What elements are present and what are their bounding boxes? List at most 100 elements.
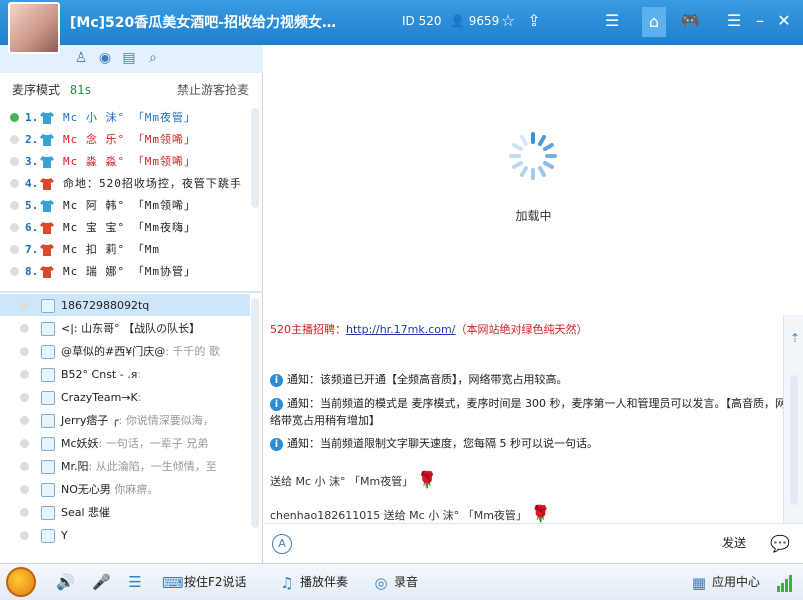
user-signature: : 从此淪陷，一生倾情，至 [88,460,217,473]
emoji-icon[interactable]: 💬 [770,534,794,554]
status-dot-icon [20,485,29,494]
status-dot-icon [20,347,29,356]
user-name: Seal 悲催 [61,506,111,519]
user-signature: 你麻痹。 [110,483,159,496]
notes-icon[interactable]: ☰ [602,11,622,31]
room-avatar[interactable] [8,2,60,54]
status-dot-icon [20,462,29,471]
user-list-item[interactable]: Y [0,524,250,546]
user-name: @草似的#西¥门庆@ [61,345,166,358]
minimize-icon[interactable]: – [750,11,770,31]
video-area: 加载中 [264,45,803,305]
send-button[interactable]: 发送 [720,532,748,554]
favorite-icon[interactable]: ☆ [498,11,518,31]
search-icon[interactable]: ⌕ [144,49,162,67]
mic-queue-num: 1. [25,111,39,124]
user-list-item[interactable]: B52° Cnst - .я: [0,363,250,385]
music-label: 播放伴奏 [300,575,349,589]
share-icon[interactable]: ⇪ [524,11,544,31]
skin-icon[interactable]: ☰ [724,11,744,31]
recruit-message: 520主播招聘：http://hr.17mk.com/（本网站绝对绿色纯天然） [270,321,790,338]
apps-label: 应用中心 [712,575,761,589]
location-icon[interactable]: ◉ [96,49,114,67]
mic-queue-item[interactable]: 2. Mc 念 乐° 「Mm领唏」 [10,128,250,150]
record-icon: ◎ [374,573,388,592]
user-scrollbar[interactable] [251,298,259,528]
mic-queue-num: 5. [25,199,39,212]
f2-talk-button[interactable]: ⌨按住F2说话 [162,573,247,592]
recruit-link[interactable]: http://hr.17mk.com/ [346,323,455,336]
gift-message-1: 送给 Mc 小 沫° 「Mm夜管」 🌹 [270,471,790,490]
notice-icon[interactable]: ▤ [120,49,138,67]
status-dot-icon [20,301,29,310]
mic-scrollbar[interactable] [251,108,259,208]
status-dot-icon [20,416,29,425]
status-dot-icon [20,324,29,333]
record-button[interactable]: ◎ 录音 [372,573,418,592]
user-list-item[interactable]: NO无心男 你麻痹。 [0,478,250,500]
mic-queue-item[interactable]: 6. Mc 宝 宝° 「Mm夜嗨」 [10,216,250,238]
rose-icon: 🌹 [417,470,438,489]
room-id: ID 520 [402,14,442,28]
notice-2-text: 通知：当前频道的模式是 麦序模式，麦序时间是 300 秒，麦序第一人和管理员可以… [270,397,786,427]
close-icon[interactable]: ✕ [774,11,794,31]
mic-queue-num: 4. [25,177,39,190]
user-list-item[interactable]: Seal 悲催 [0,501,250,523]
mic-queue-name: Mc 瑞 娜° 「Mm协管」 [63,265,196,278]
music-button[interactable]: ♫ 播放伴奏 [278,573,348,592]
mixer-button[interactable]: ☰ [126,573,148,591]
notice-2: i 通知：当前频道的模式是 麦序模式，麦序时间是 300 秒，麦序第一人和管理员可… [270,395,790,429]
user-list-item[interactable]: Jerry痞子 ╭: 你说情深要似海， [0,409,250,431]
user-list-item[interactable]: <|: 山东哥° 【战队の队长】 [0,317,250,339]
mic-queue-item[interactable]: 8. Mc 瑞 娜° 「Mm协管」 [10,260,250,282]
chat-scroll-thumb[interactable] [790,375,798,505]
mic-icon: 🎤 [92,573,111,591]
user-signature: : [137,391,142,404]
user-shirt-icon [41,505,55,520]
status-dot-icon [10,135,19,144]
mic-queue-name: Mc 阿 韩° 「Mm领唏」 [63,199,196,212]
game-icon[interactable]: 🎮 [680,11,700,31]
status-dot-icon [20,531,29,540]
user-shirt-icon [41,367,55,382]
home-icon[interactable]: ⌂ [642,7,666,37]
scroll-up-icon[interactable]: ⇡ [786,329,803,347]
speaker-icon: 🔊 [56,573,75,591]
user-list-item[interactable]: @草似的#西¥门庆@: 千千的 歌 [0,340,250,362]
apps-button[interactable]: ▦ 应用中心 [690,573,760,592]
speaker-button[interactable]: 🔊 [56,573,78,591]
user-name: 18672988092tq [61,299,150,312]
user-shirt-icon [41,482,55,497]
font-icon[interactable]: A [272,534,292,554]
user-list-item[interactable]: Mc妖妖: 一句话，一辈子 兄弟 [0,432,250,454]
no-guest-toggle[interactable]: 禁止游客抢麦 [177,81,249,98]
user-list-item[interactable]: CrazyTeam→K: [0,386,250,408]
mic-queue-item[interactable]: 5. Mc 阿 韩° 「Mm领唏」 [10,194,250,216]
app-logo-icon[interactable] [6,567,36,597]
mic-button[interactable]: 🎤 [92,573,114,591]
user-count-value: 9659 [468,14,500,28]
mic-queue-name: Mc 淼 淼° 「Mm领唏」 [63,155,196,168]
gift-1-text: 送给 Mc 小 沫° 「Mm夜管」 [270,475,414,488]
mixer-icon: ☰ [128,573,142,591]
shirt-icon [40,221,54,234]
info-icon: i [270,398,283,411]
mic-queue-num: 8. [25,265,39,278]
user-list-item[interactable]: Mr.阳: 从此淪陷，一生倾情，至 [0,455,250,477]
status-dot-icon [10,179,19,188]
user-list-item[interactable]: 18672988092tq [0,294,250,316]
member-icon[interactable]: ♙ [72,49,90,67]
user-shirt-icon [41,344,55,359]
mic-queue-item[interactable]: 3. Mc 淼 淼° 「Mm领唏」 [10,150,250,172]
recruit-suffix: （本网站绝对绿色纯天然） [455,323,588,336]
user-name: B52° Cnst - .я [61,368,138,381]
chat-scrollbar[interactable]: ⇡ [783,315,803,525]
user-name: <|: 山东哥° 【战队の队长】 [61,322,201,335]
mic-queue-item[interactable]: 4. 命地：520招收场控，夜管下跳手 [10,172,250,194]
mic-queue-item[interactable]: 7. Mc 扣 莉° 「Mm [10,238,250,260]
panel-divider [0,291,263,293]
mic-queue-item[interactable]: 1. Mc 小 沫° 「Mm夜管」 [10,106,250,128]
status-dot-icon [20,508,29,517]
user-count: 👤 9659 [450,14,499,28]
status-dot-icon [20,370,29,379]
